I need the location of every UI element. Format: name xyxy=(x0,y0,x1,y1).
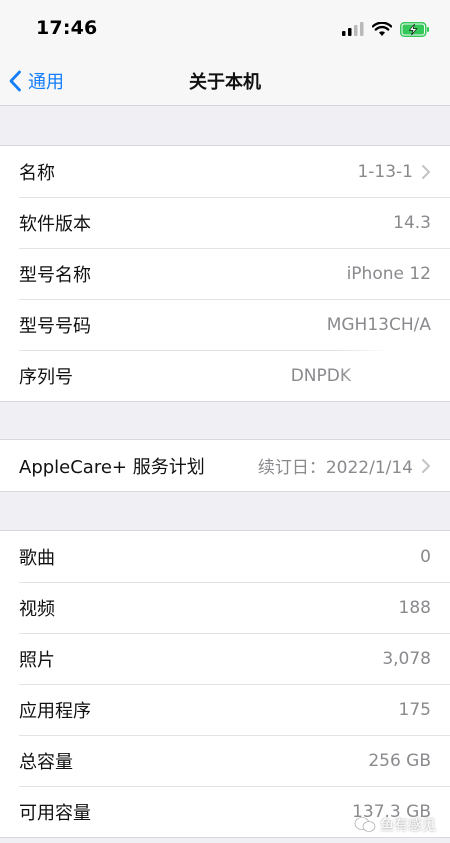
status-time: 17:46 xyxy=(36,17,98,39)
applecare-row[interactable]: AppleCare+ 服务计划 续订日：2022/1/14 xyxy=(0,440,450,491)
model-number-row[interactable]: 型号号码 MGH13CH/A xyxy=(0,299,450,350)
chevron-right-icon xyxy=(422,458,430,473)
row-value: iPhone 12 xyxy=(346,263,431,284)
row-label: 总容量 xyxy=(19,751,73,773)
row-label: 型号名称 xyxy=(19,264,91,286)
page-title: 关于本机 xyxy=(189,72,261,93)
wifi-icon xyxy=(372,21,392,36)
row-value: 3,078 xyxy=(382,648,431,669)
cellular-signal-icon xyxy=(342,22,364,36)
row-value: 续订日：2022/1/14 xyxy=(257,458,413,478)
row-label: AppleCare+ 服务计划 xyxy=(19,456,205,478)
row-label: 序列号 xyxy=(19,366,73,388)
row-label: 应用程序 xyxy=(19,700,91,722)
model-name-row: 型号名称 iPhone 12 xyxy=(0,248,450,299)
row-value: 256 GB xyxy=(368,750,431,771)
videos-row: 视频 188 xyxy=(0,582,450,633)
row-label: 名称 xyxy=(19,162,55,184)
serial-number-row[interactable]: 序列号 DNPDK xyxy=(0,350,450,401)
row-value: 175 xyxy=(398,699,431,720)
row-label: 型号号码 xyxy=(19,315,91,337)
row-value: 1-13-1 xyxy=(357,161,413,182)
applications-row: 应用程序 175 xyxy=(0,684,450,735)
songs-row: 歌曲 0 xyxy=(0,531,450,582)
status-bar: 17:46 xyxy=(0,0,450,56)
chat-bubble-icon xyxy=(354,817,376,832)
row-label: 视频 xyxy=(19,598,55,620)
capacity-row: 总容量 256 GB xyxy=(0,735,450,786)
chevron-right-icon xyxy=(422,164,430,179)
device-info-group: 名称 1-13-1 软件版本 14.3 型号名称 iPhone 12 型号号码 … xyxy=(0,145,450,402)
status-icons xyxy=(342,18,430,40)
battery-charging-icon xyxy=(400,21,429,37)
row-label: 照片 xyxy=(19,649,55,671)
row-label: 可用容量 xyxy=(19,802,91,824)
watermark-text: 鱼有感见 xyxy=(380,818,436,834)
row-value: MGH13CH/A xyxy=(326,314,431,335)
row-label: 软件版本 xyxy=(19,213,91,235)
row-label: 歌曲 xyxy=(19,547,55,569)
photos-row: 照片 3,078 xyxy=(0,633,450,684)
row-value: 14.3 xyxy=(393,212,431,233)
storage-group: 歌曲 0 视频 188 照片 3,078 应用程序 175 总容量 256 GB… xyxy=(0,530,450,838)
navigation-bar: 通用 关于本机 xyxy=(0,56,450,106)
watermark: 鱼有感见 xyxy=(354,815,436,835)
software-version-row: 软件版本 14.3 xyxy=(0,197,450,248)
row-value: 188 xyxy=(398,597,431,618)
name-row[interactable]: 名称 1-13-1 xyxy=(0,146,450,197)
redaction-mask xyxy=(340,350,450,401)
row-value: 0 xyxy=(420,546,431,567)
applecare-group: AppleCare+ 服务计划 续订日：2022/1/14 xyxy=(0,439,450,492)
